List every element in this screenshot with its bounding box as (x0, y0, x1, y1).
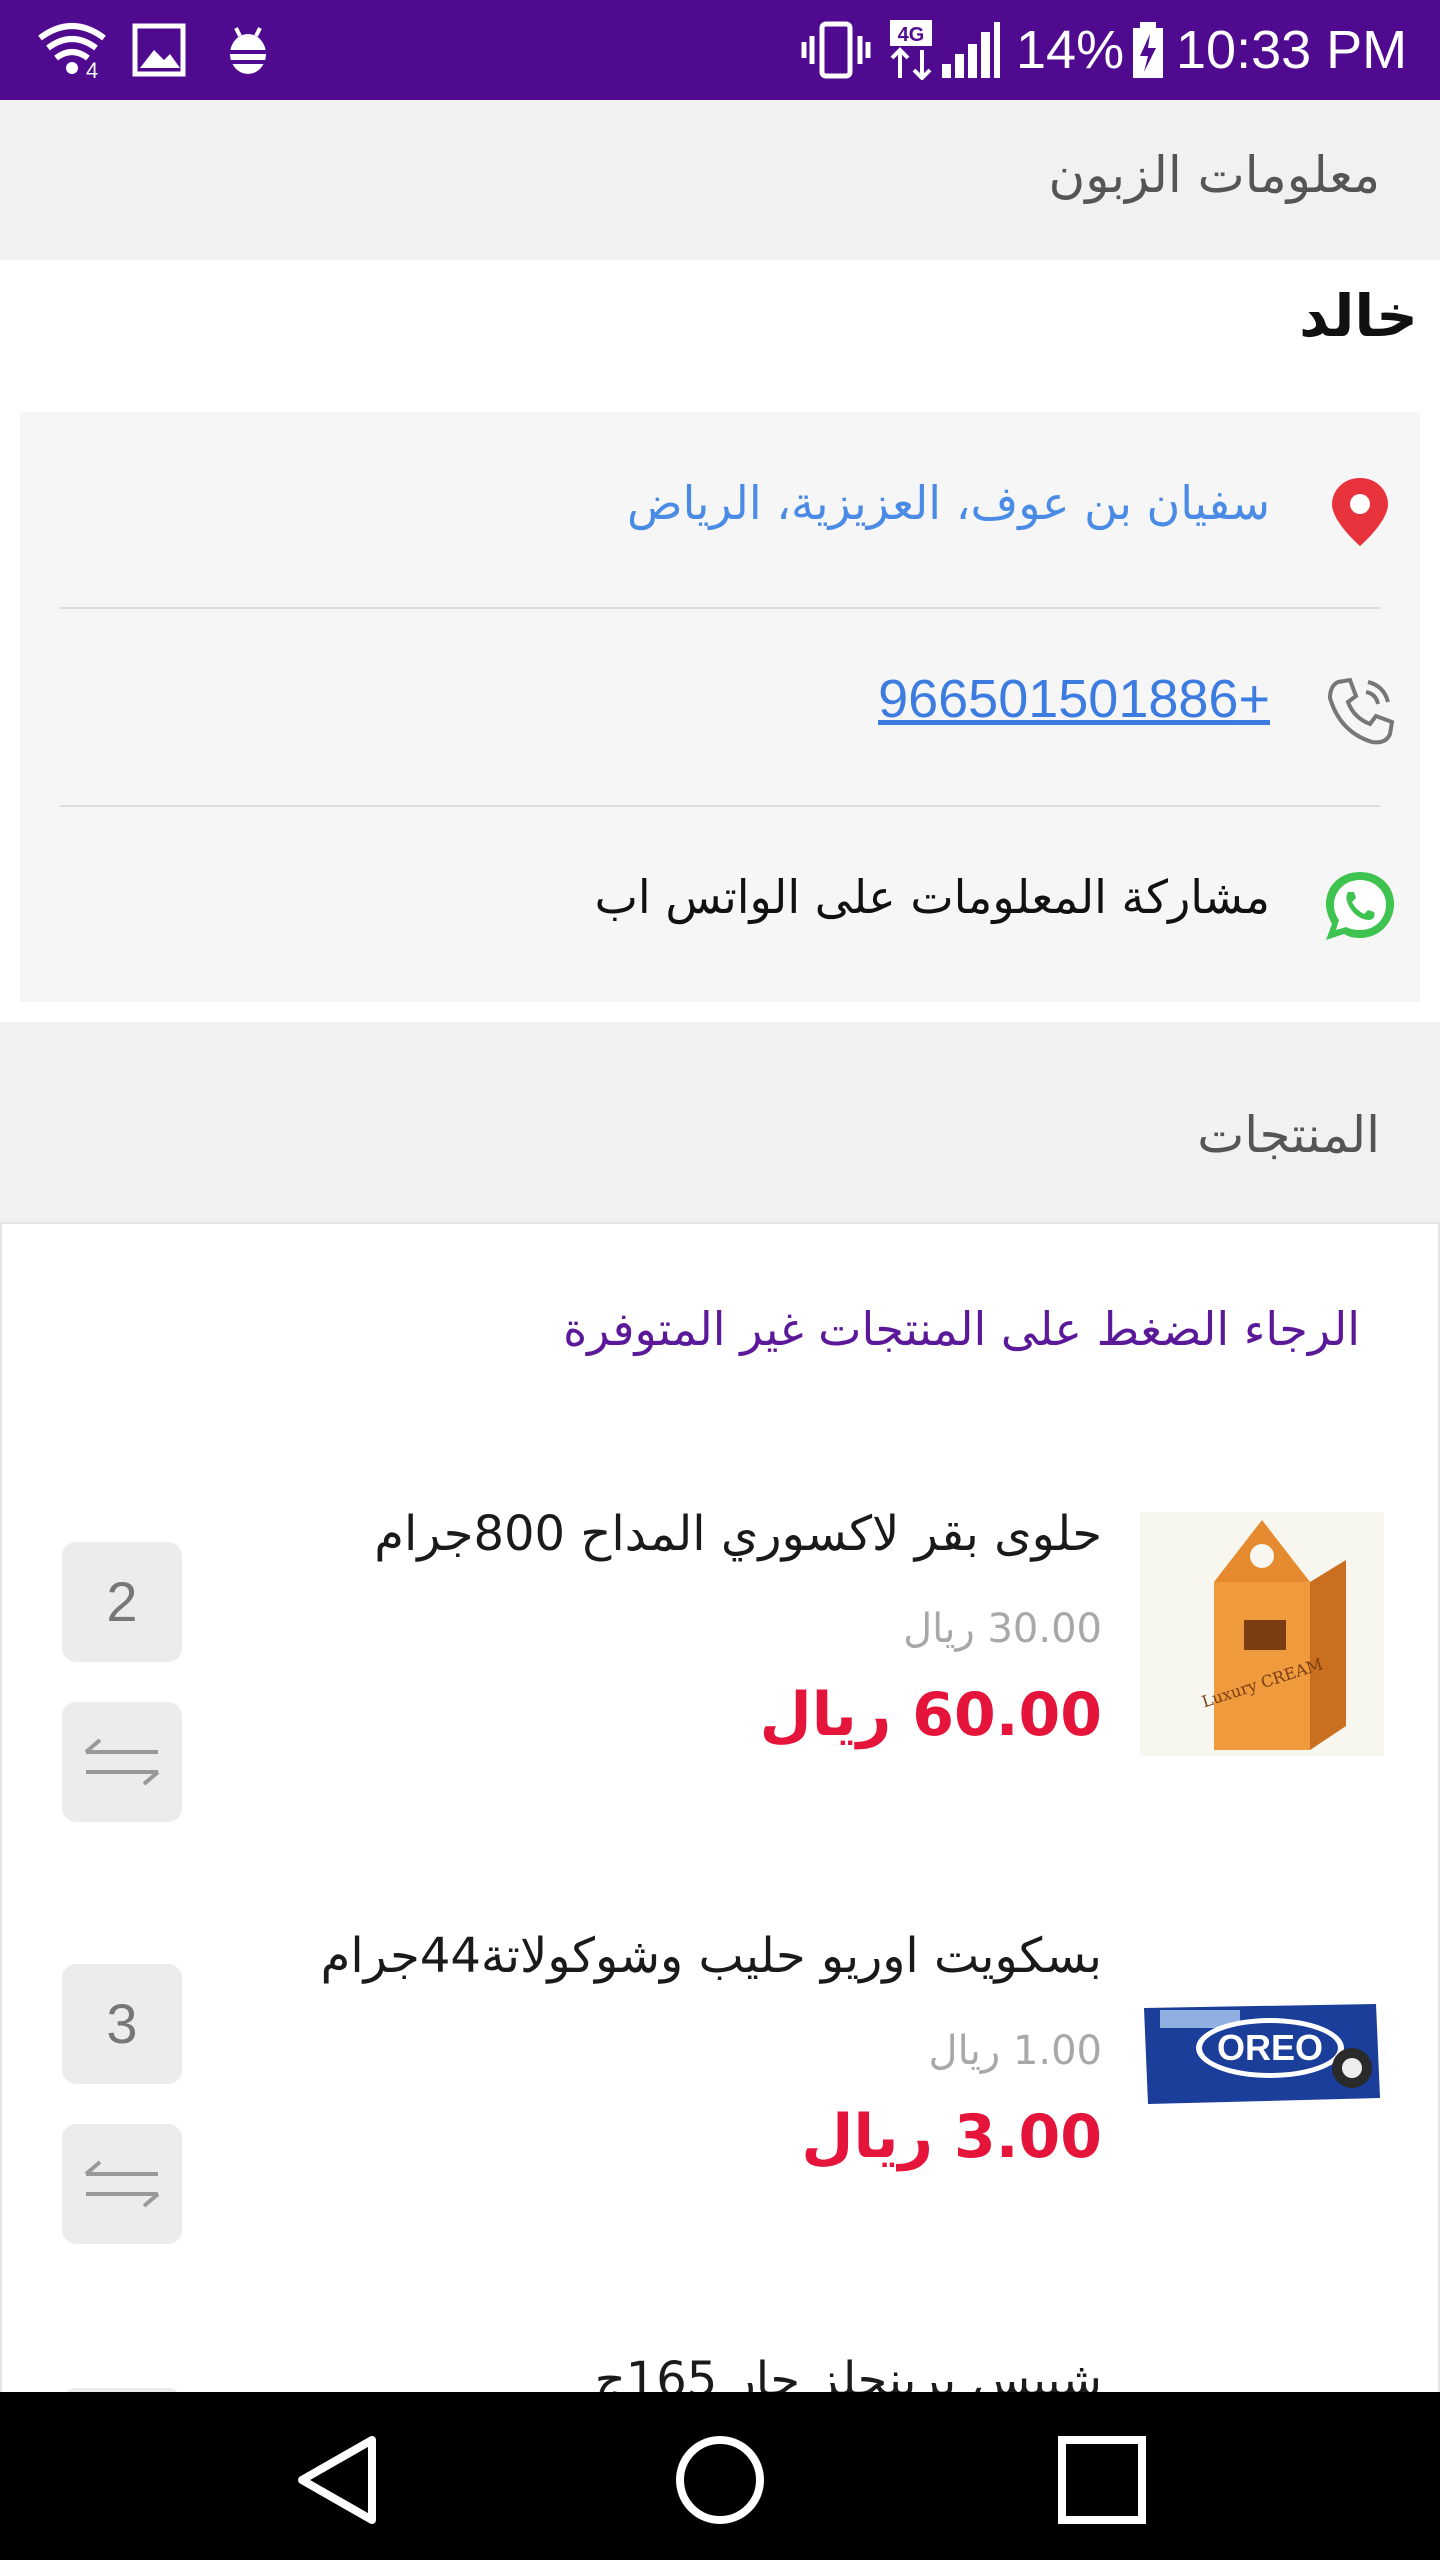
home-icon[interactable] (670, 2430, 770, 2530)
wifi-icon: 4 (38, 23, 106, 80)
battery-charging-icon (1133, 22, 1163, 78)
unavailable-notice: الرجاء الضغط على المنتجات غير المتوفرة (563, 1302, 1360, 1356)
product-item[interactable]: Luxury CREAM حلوى بقر لاكسوري المداح 800… (2, 1506, 1440, 1822)
address-row[interactable]: سفيان بن عوف، العزيزية، الرياض (20, 412, 1420, 608)
whatsapp-share-row[interactable]: مشاركة المعلومات على الواتس اب (20, 806, 1420, 1002)
replace-product-button[interactable] (62, 1702, 182, 1822)
address-text: سفيان بن عوف، العزيزية، الرياض (626, 476, 1270, 530)
customer-info-card: سفيان بن عوف، العزيزية، الرياض +96650150… (20, 412, 1420, 1002)
phone-link[interactable]: +966501501886 (878, 668, 1270, 730)
data-4g-icon: 4G (890, 20, 932, 80)
divider (60, 607, 1380, 609)
battery-percent: 14% (1016, 20, 1125, 80)
system-navigation-bar (0, 2392, 1440, 2560)
phone-row[interactable]: +966501501886 (20, 610, 1420, 806)
customer-info-header: معلومات الزبون (0, 100, 1440, 260)
swap-arrows-icon (84, 1738, 160, 1786)
product-unit-price: 1.00 ريال (928, 2028, 1102, 2074)
status-bar: 4 4G 14% 10:33 PM (0, 0, 1440, 100)
customer-name: خالد (1299, 282, 1418, 350)
back-icon[interactable] (290, 2430, 390, 2530)
clock: 10:33 PM (1176, 20, 1408, 80)
screen: 4 4G 14% 10:33 PM معلومات الزبون خالد سف… (0, 0, 1440, 2560)
svg-text:OREO: OREO (1217, 2027, 1323, 2068)
phone-icon (1327, 677, 1395, 745)
location-pin-icon (1332, 478, 1388, 546)
quantity-badge: 2 (62, 1542, 182, 1662)
product-image: OREO (1140, 1928, 1384, 2172)
vibrate-icon (801, 21, 871, 79)
quantity-badge: 3 (62, 1964, 182, 2084)
whatsapp-icon (1326, 872, 1394, 940)
product-total-price: 3.00 ريال (801, 2102, 1102, 2172)
products-title: المنتجات (1197, 1106, 1380, 1164)
product-name: بسكويت اوريو حليب وشوكولاتة44جرام (320, 1928, 1102, 1984)
products-card: الرجاء الضغط على المنتجات غير المتوفرة L… (0, 1222, 1440, 2508)
replace-product-button[interactable] (62, 2124, 182, 2244)
product-name: حلوى بقر لاكسوري المداح 800جرام (374, 1506, 1102, 1562)
android-debug-icon (228, 27, 268, 74)
customer-info-title: معلومات الزبون (1048, 146, 1380, 204)
whatsapp-share-text: مشاركة المعلومات على الواتس اب (594, 870, 1270, 924)
signal-icon (942, 22, 1000, 78)
swap-arrows-icon (84, 2160, 160, 2208)
product-item[interactable]: OREO بسكويت اوريو حليب وشوكولاتة44جرام 1… (2, 1928, 1440, 2244)
recents-icon[interactable] (1052, 2430, 1152, 2530)
product-total-price: 60.00 ريال (759, 1680, 1102, 1750)
products-header: المنتجات (0, 1022, 1440, 1222)
product-image: Luxury CREAM (1140, 1512, 1384, 1756)
svg-text:4: 4 (86, 58, 98, 80)
product-unit-price: 30.00 ريال (903, 1606, 1102, 1652)
svg-text:4G: 4G (898, 24, 925, 46)
image-icon (132, 23, 186, 77)
